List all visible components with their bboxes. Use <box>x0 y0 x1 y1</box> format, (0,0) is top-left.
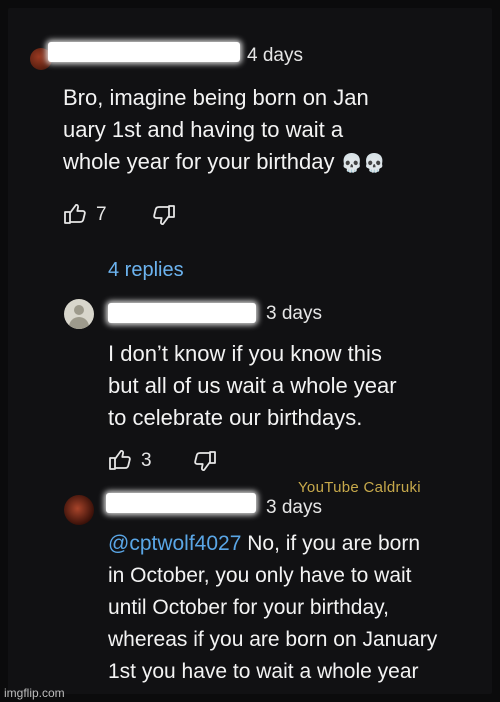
comment-text: I don’t know if you know this but all of… <box>108 338 397 434</box>
comment-line-text: whole year for your birthday <box>63 149 335 174</box>
comment-time: 3 days <box>266 497 322 518</box>
replies-toggle[interactable]: 4 replies <box>108 259 184 282</box>
comment-line: in October, you only have to wait <box>108 564 412 587</box>
comment-line: @cptwolf4027 No, if you are born <box>108 528 437 560</box>
like-count: 3 <box>141 450 152 471</box>
user-mention-link[interactable]: @cptwolf4027 <box>108 532 241 555</box>
comment-line: whereas if you are born on January <box>108 628 438 651</box>
commenter-avatar[interactable] <box>64 495 94 525</box>
channel-watermark: YouTube Caldruki <box>298 479 421 496</box>
redacted-username <box>48 42 240 62</box>
thumbs-down-icon[interactable] <box>152 204 176 226</box>
redacted-username <box>108 303 256 323</box>
thumbs-up-icon[interactable] <box>63 203 87 225</box>
comment-line: but all of us wait a whole year <box>108 373 397 398</box>
comment-line: 1st you have to wait a whole year <box>108 660 419 683</box>
comment-text: @cptwolf4027 No, if you are born in Octo… <box>108 528 437 688</box>
comment-line: Bro, imagine being born on Jan <box>63 85 369 110</box>
default-avatar-icon[interactable] <box>64 299 94 329</box>
thumbs-down-icon[interactable] <box>193 450 217 472</box>
comment-line: whole year for your birthday 💀💀 <box>63 146 385 179</box>
comment-time: 3 days <box>266 303 322 324</box>
comment-line: to celebrate our birthdays. <box>108 405 363 430</box>
thumbs-up-icon[interactable] <box>108 449 132 471</box>
comment-line: I don’t know if you know this <box>108 341 382 366</box>
skull-emoji: 💀💀 <box>340 153 386 173</box>
redacted-username <box>106 493 256 513</box>
comment-line: uary 1st and having to wait a <box>63 117 344 142</box>
imgflip-credit: imgflip.com <box>4 686 65 700</box>
comment-line-text: No, if you are born <box>241 532 420 555</box>
like-count: 7 <box>96 204 107 225</box>
comment-time: 4 days <box>247 45 303 66</box>
comment-text: Bro, imagine being born on Jan uary 1st … <box>63 82 385 179</box>
comment-line: until October for your birthday, <box>108 596 389 619</box>
